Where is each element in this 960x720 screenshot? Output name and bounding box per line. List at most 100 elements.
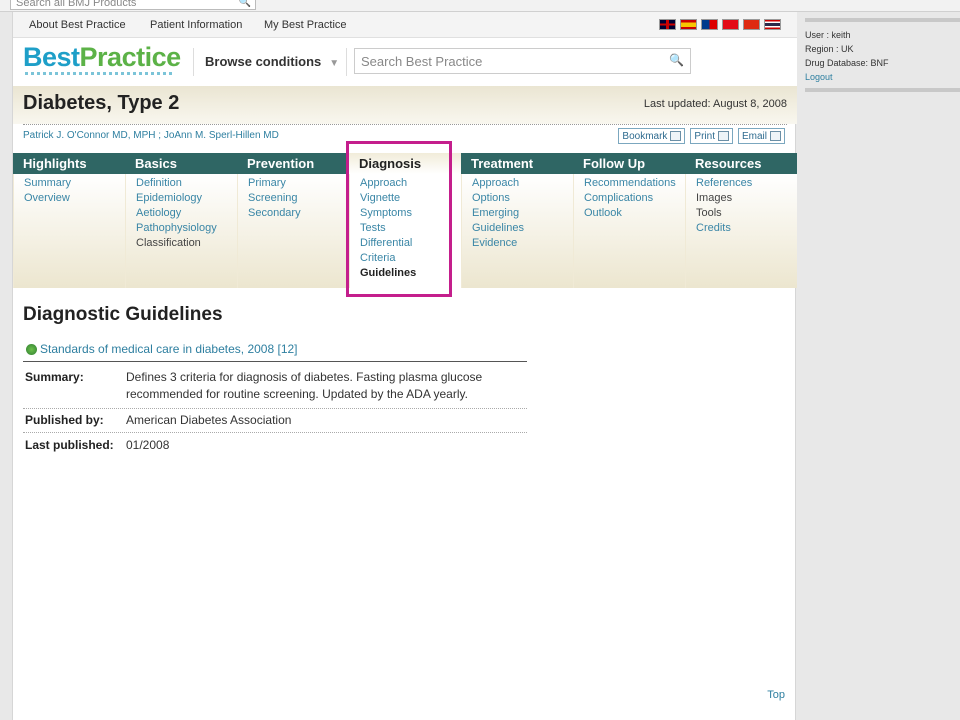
nav-item-emerging[interactable]: Emerging [472, 206, 563, 221]
nav-item-references[interactable]: References [696, 176, 787, 191]
bmj-products-search-placeholder: Search all BMJ Products [16, 0, 137, 9]
nav-col-treatment: Treatment Approach Options Emerging Guid… [461, 153, 573, 288]
divider [346, 48, 347, 76]
chevron-down-icon: ▼ [329, 58, 340, 69]
email-label: Email [741, 130, 767, 142]
tab-resources[interactable]: Resources [685, 153, 797, 174]
nav-col-highlights: Highlights Summary Overview [13, 153, 125, 288]
nav-item-summary[interactable]: Summary [24, 176, 115, 191]
user-panel: User : keith Region : UK Drug Database: … [805, 18, 960, 94]
nav-item-overview[interactable]: Overview [24, 191, 115, 206]
nav-item-aetiology[interactable]: Aetiology [136, 206, 227, 221]
bookmark-label: Bookmark [622, 130, 668, 142]
divider [805, 88, 960, 92]
brand-bar: BestPractice Browse conditions ▼ Search B… [13, 38, 797, 86]
published-by-row: Published by: American Diabetes Associat… [23, 412, 527, 429]
main-panel: About Best Practice Patient Information … [12, 12, 797, 720]
page-title: Diabetes, Type 2 [23, 92, 180, 114]
nav-item-outlook[interactable]: Outlook [584, 206, 675, 221]
my-best-practice-link[interactable]: My Best Practice [264, 19, 347, 31]
divider [23, 124, 787, 125]
summary-row: Summary: Defines 3 criteria for diagnosi… [23, 369, 527, 405]
divider [23, 408, 527, 409]
guideline-link-text[interactable]: Standards of medical care in diabetes, 2… [40, 342, 298, 356]
drug-database: Drug Database: BNF [805, 58, 889, 68]
search-placeholder: Search Best Practice [361, 54, 483, 69]
tab-highlights[interactable]: Highlights [13, 153, 125, 174]
guideline-link[interactable]: Standards of medical care in diabetes, 2… [26, 342, 298, 356]
diagnosis-highlight-box [346, 141, 452, 297]
nav-col-followup: Follow Up Recommendations Complications … [573, 153, 685, 288]
logo-part2: Practice [79, 42, 182, 72]
bmj-products-search-input[interactable]: Search all BMJ Products 🔍 [10, 0, 256, 10]
print-button[interactable]: Print [690, 128, 733, 144]
tab-follow-up[interactable]: Follow Up [573, 153, 685, 174]
logo-part1: Best [23, 42, 80, 72]
flag-uk-icon[interactable] [659, 19, 676, 30]
nav-item-evidence[interactable]: Evidence [472, 236, 563, 251]
nav-col-basics: Basics Definition Epidemiology Aetiology… [125, 153, 237, 288]
browse-conditions-label: Browse conditions [205, 54, 322, 69]
nav-item-epidemiology[interactable]: Epidemiology [136, 191, 227, 206]
back-to-top-link[interactable]: Top [767, 689, 785, 701]
nav-item-complications[interactable]: Complications [584, 191, 675, 206]
nav-col-prevention: Prevention Primary Screening Secondary [237, 153, 349, 288]
tab-prevention[interactable]: Prevention [237, 153, 349, 174]
page-actions: Bookmark Print Email [618, 128, 785, 144]
nav-item-classification[interactable]: Classification [136, 236, 227, 251]
nav-item-images[interactable]: Images [696, 191, 787, 206]
user-region: Region : UK [805, 44, 854, 54]
top-strip: Search all BMJ Products 🔍 [0, 0, 960, 12]
logout-link[interactable]: Logout [805, 72, 833, 82]
logout-link-wrapper: Logout [805, 71, 833, 83]
nav-item-tools[interactable]: Tools [696, 206, 787, 221]
flag-taiwan-icon[interactable] [701, 19, 718, 30]
last-updated: Last updated: August 8, 2008 [643, 98, 787, 110]
authors-link[interactable]: Patrick J. O'Connor MD, MPH ; JoAnn M. S… [23, 130, 279, 141]
nav-item-screening[interactable]: Screening [248, 191, 339, 206]
divider [23, 361, 527, 362]
search-input[interactable]: Search Best Practice 🔍 [354, 48, 691, 74]
browse-conditions-dropdown[interactable]: Browse conditions ▼ [205, 54, 339, 69]
tab-treatment[interactable]: Treatment [461, 153, 573, 174]
user-name: User : keith [805, 30, 851, 40]
summary-label: Summary: [25, 370, 84, 384]
tab-basics[interactable]: Basics [125, 153, 237, 174]
nav-item-treatment-guidelines[interactable]: Guidelines [472, 221, 563, 236]
summary-value: Defines 3 criteria for diagnosis of diab… [126, 370, 483, 401]
search-icon[interactable]: 🔍 [239, 0, 251, 9]
divider [23, 432, 527, 433]
best-practice-logo[interactable]: BestPractice [23, 42, 181, 73]
published-by-value: American Diabetes Association [126, 413, 292, 427]
nav-item-pathophysiology[interactable]: Pathophysiology [136, 221, 227, 236]
globe-icon [26, 343, 37, 355]
last-published-row: Last published: 01/2008 [23, 437, 527, 454]
print-label: Print [694, 130, 715, 142]
email-button[interactable]: Email [737, 128, 785, 144]
title-bar: Diabetes, Type 2 Last updated: August 8,… [13, 86, 797, 124]
nav-item-definition[interactable]: Definition [136, 176, 227, 191]
divider [805, 18, 960, 22]
bookmark-icon [670, 131, 682, 141]
flag-china-icon[interactable] [743, 19, 760, 30]
flag-thailand-icon[interactable] [764, 19, 781, 30]
utility-nav: About Best Practice Patient Information … [13, 12, 797, 38]
search-icon[interactable]: 🔍 [669, 53, 684, 67]
flag-turkey-icon[interactable] [722, 19, 739, 30]
language-flags [659, 19, 781, 30]
divider [193, 48, 194, 76]
last-published-value: 01/2008 [126, 438, 170, 452]
logo-underline [25, 72, 173, 75]
nav-item-secondary[interactable]: Secondary [248, 206, 339, 221]
bookmark-button[interactable]: Bookmark [618, 128, 686, 144]
about-link[interactable]: About Best Practice [29, 19, 126, 31]
flag-spain-icon[interactable] [680, 19, 697, 30]
nav-item-treatment-approach[interactable]: Approach [472, 176, 563, 191]
envelope-icon [770, 131, 781, 141]
last-published-label: Last published: [25, 438, 114, 452]
nav-item-primary[interactable]: Primary [248, 176, 339, 191]
nav-item-options[interactable]: Options [472, 191, 563, 206]
patient-information-link[interactable]: Patient Information [150, 19, 242, 31]
nav-item-credits[interactable]: Credits [696, 221, 787, 236]
nav-item-recommendations[interactable]: Recommendations [584, 176, 676, 191]
